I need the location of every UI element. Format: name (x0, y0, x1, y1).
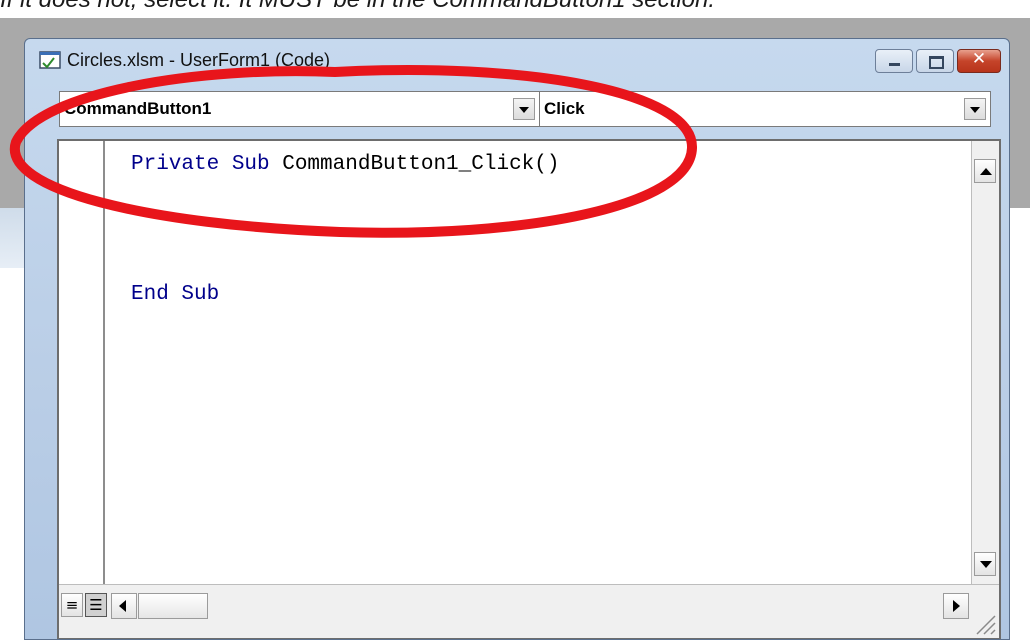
code-line-end-sub[interactable]: End Sub (131, 283, 219, 306)
margin-indicator-bar[interactable] (59, 141, 105, 584)
maximize-icon (929, 56, 944, 69)
window-title: Circles.xlsm - UserForm1 (Code) (67, 50, 331, 70)
vertical-scrollbar[interactable] (971, 141, 999, 584)
object-dropdown[interactable]: CommandButton1 (59, 91, 540, 127)
minimize-icon (889, 63, 900, 66)
resize-grip-icon[interactable] (971, 610, 997, 636)
horizontal-scroll-thumb[interactable] (138, 593, 208, 619)
code-window-icon (39, 51, 61, 69)
procedure-dropdown-value: Click (544, 99, 585, 118)
full-module-view-button[interactable]: ☰ (85, 593, 107, 617)
scroll-left-button[interactable] (111, 593, 137, 619)
maximize-button[interactable] (916, 49, 954, 73)
window-controls: ✕ (872, 49, 1001, 75)
code-keywords: Private Sub (131, 153, 270, 176)
instruction-caption: If it does not, select it. It MUST be in… (0, 0, 1030, 20)
full-module-view-icon: ☰ (89, 596, 103, 614)
close-button[interactable]: ✕ (957, 49, 1001, 73)
procedure-view-icon: ≡ (65, 596, 79, 614)
minimize-button[interactable] (875, 49, 913, 73)
chevron-down-icon[interactable] (513, 98, 535, 120)
chevron-down-icon[interactable] (964, 98, 986, 120)
scroll-up-button[interactable] (974, 159, 996, 183)
vba-code-window: Circles.xlsm - UserForm1 (Code) ✕ Comman… (24, 38, 1010, 640)
procedure-dropdown[interactable]: Click (539, 91, 991, 127)
scroll-down-button[interactable] (974, 552, 996, 576)
title-bar[interactable]: Circles.xlsm - UserForm1 (Code) ✕ (25, 39, 1009, 87)
code-editor[interactable]: Private Sub CommandButton1_Click() End S… (57, 139, 1001, 639)
editor-bottom-bar: ≡ ☰ (59, 584, 999, 638)
procedure-view-button[interactable]: ≡ (61, 593, 83, 617)
object-dropdown-value: CommandButton1 (64, 99, 212, 118)
procedure-name: CommandButton1_Click() (269, 153, 560, 176)
code-line-1[interactable]: Private Sub CommandButton1_Click() (131, 153, 559, 176)
close-icon: ✕ (971, 49, 987, 69)
scroll-right-button[interactable] (943, 593, 969, 619)
